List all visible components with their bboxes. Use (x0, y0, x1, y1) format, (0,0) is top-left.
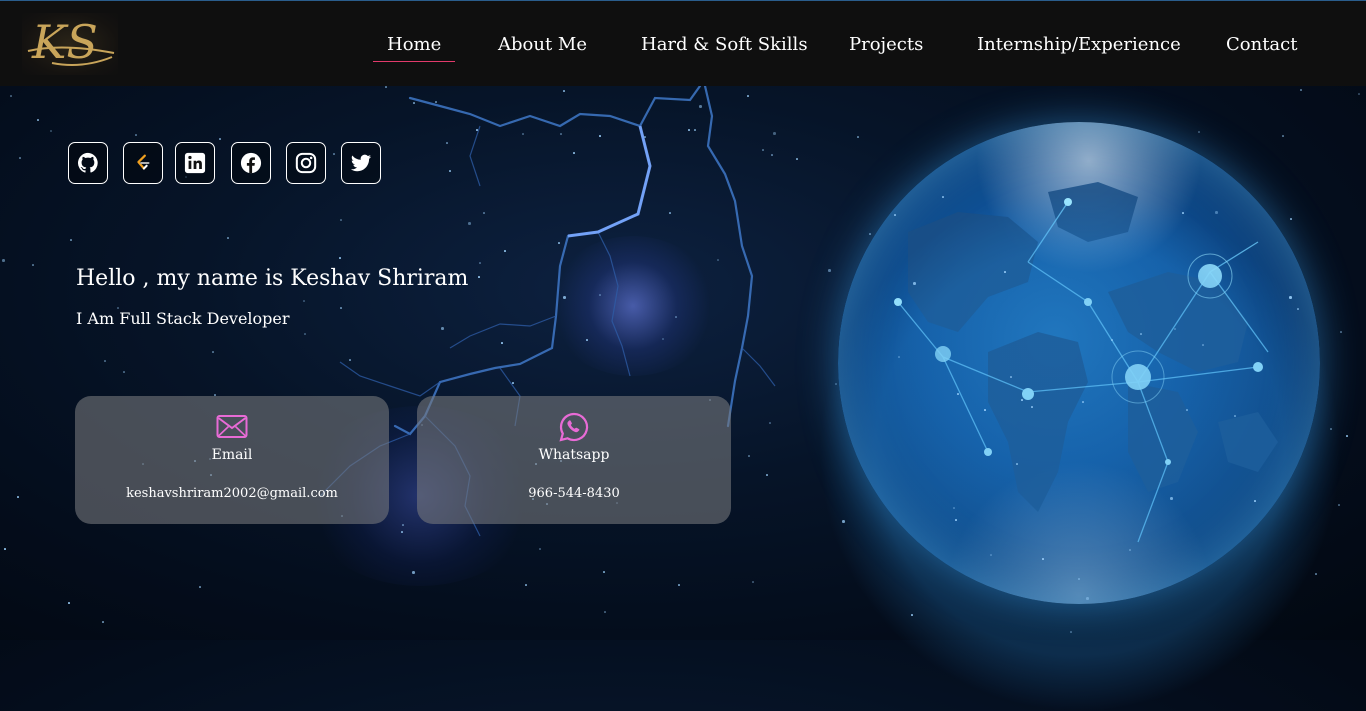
nav-internship-experience[interactable]: Internship/Experience (977, 34, 1181, 55)
nav-skills[interactable]: Hard & Soft Skills (641, 34, 808, 55)
whatsapp-title: Whatsapp (538, 447, 610, 463)
linkedin-link[interactable] (175, 142, 215, 184)
linkedin-icon (184, 152, 206, 174)
top-navbar: KS Home About Me Hard & Soft Skills Proj… (0, 0, 1366, 86)
hero-greeting: Hello , my name is Keshav Shriram (76, 266, 469, 291)
email-icon (216, 415, 248, 438)
leetcode-icon (137, 154, 150, 170)
nav-contact[interactable]: Contact (1226, 34, 1297, 55)
whatsapp-value: 966-544-8430 (528, 486, 620, 501)
whatsapp-icon (559, 412, 589, 442)
ks-logo[interactable]: KS (22, 13, 118, 75)
github-icon (77, 152, 98, 173)
instagram-link[interactable] (286, 142, 326, 184)
email-value: keshavshriram2002@gmail.com (126, 486, 338, 501)
nav-about-me[interactable]: About Me (498, 34, 587, 55)
twitter-link[interactable] (341, 142, 381, 184)
facebook-link[interactable] (231, 142, 271, 184)
twitter-icon (350, 154, 372, 172)
instagram-icon (295, 152, 317, 174)
hero-role: I Am Full Stack Developer (76, 309, 290, 328)
whatsapp-card[interactable]: Whatsapp 966-544-8430 (417, 396, 731, 524)
github-link[interactable] (68, 142, 108, 184)
facebook-icon (240, 152, 262, 174)
leetcode-link[interactable] (123, 142, 163, 184)
nav-home[interactable]: Home (372, 34, 456, 62)
email-title: Email (211, 447, 253, 463)
email-card[interactable]: Email keshavshriram2002@gmail.com (75, 396, 389, 524)
nav-projects[interactable]: Projects (849, 34, 923, 55)
hero-content: Hello , my name is Keshav Shriram I Am F… (0, 0, 1366, 640)
logo-text: KS (31, 15, 98, 69)
